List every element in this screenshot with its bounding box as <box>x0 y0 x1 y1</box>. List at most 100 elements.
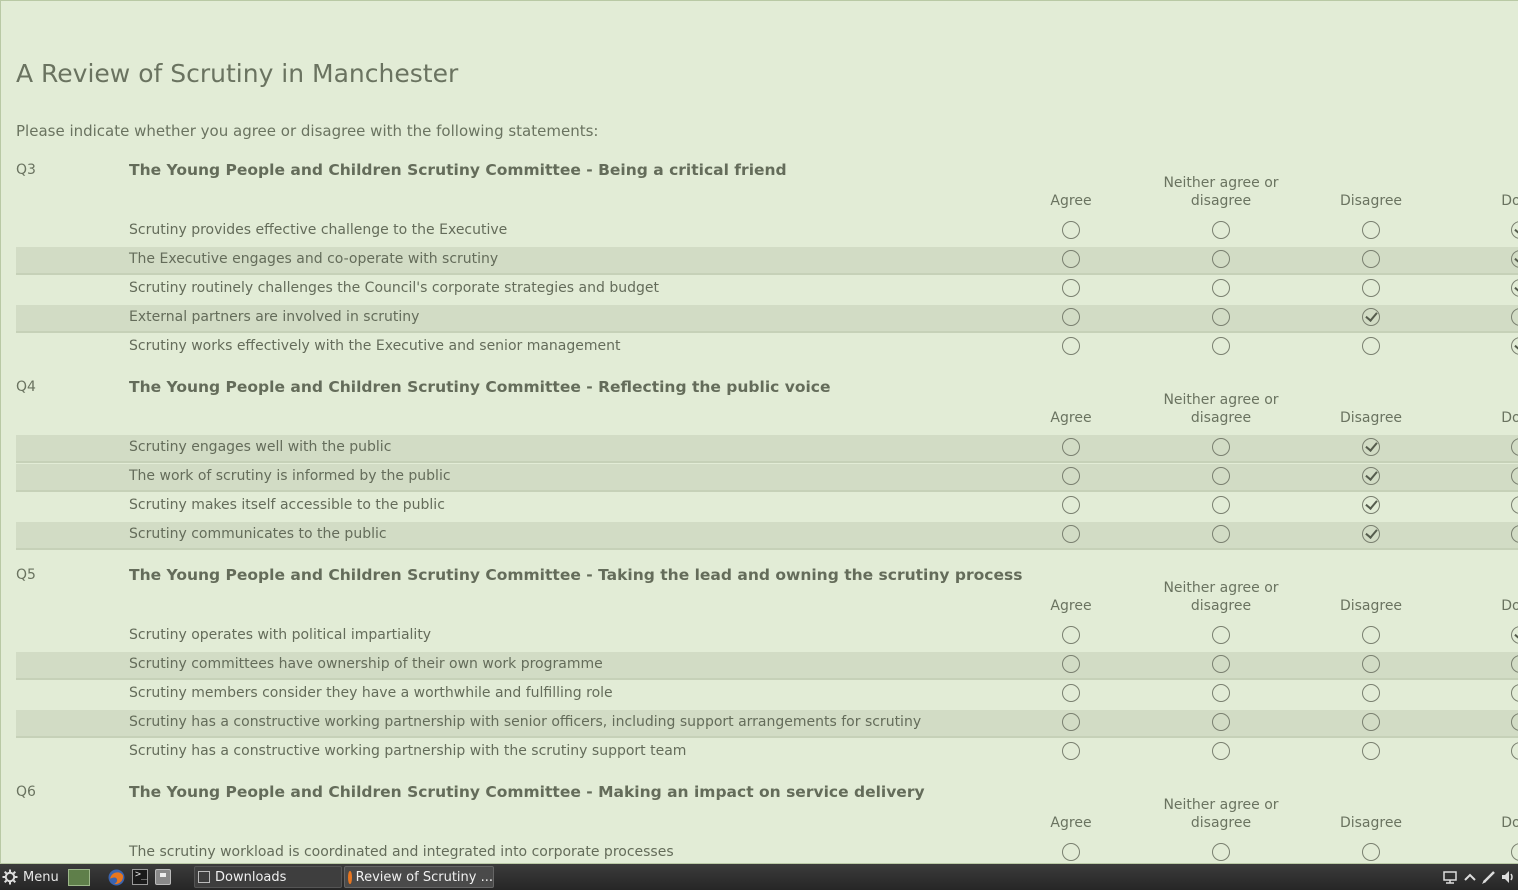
radio-neither[interactable] <box>1212 308 1230 326</box>
radio-dont[interactable] <box>1511 655 1518 673</box>
radio-disagree[interactable] <box>1362 843 1380 861</box>
radio-dont[interactable] <box>1511 684 1518 702</box>
radio-agree[interactable] <box>1062 308 1080 326</box>
header-disagree: Disagree <box>1339 410 1403 426</box>
radio-dont[interactable] <box>1511 221 1518 239</box>
radio-neither[interactable] <box>1212 279 1230 297</box>
statement-row: Scrutiny committees have ownership of th… <box>16 652 1518 680</box>
files-icon[interactable] <box>155 869 171 885</box>
pen-icon[interactable] <box>1481 869 1497 885</box>
taskbar: Menu >_ Downloads Review of Scrutiny ... <box>0 864 1518 890</box>
radio-agree[interactable] <box>1062 626 1080 644</box>
firefox-icon[interactable] <box>108 869 125 886</box>
radio-disagree[interactable] <box>1362 467 1380 485</box>
radio-disagree[interactable] <box>1362 713 1380 731</box>
radio-dont[interactable] <box>1511 525 1518 543</box>
radio-disagree[interactable] <box>1362 250 1380 268</box>
radio-dont[interactable] <box>1511 467 1518 485</box>
radio-disagree[interactable] <box>1362 684 1380 702</box>
radio-neither[interactable] <box>1212 684 1230 702</box>
radio-disagree[interactable] <box>1362 626 1380 644</box>
gear-icon <box>2 869 18 885</box>
radio-neither[interactable] <box>1212 626 1230 644</box>
menu-button[interactable]: Menu <box>2 864 59 890</box>
radio-neither[interactable] <box>1212 713 1230 731</box>
radio-dont[interactable] <box>1511 496 1518 514</box>
header-agree: Agree <box>1050 598 1092 614</box>
radio-agree[interactable] <box>1062 496 1080 514</box>
radio-disagree[interactable] <box>1362 308 1380 326</box>
radio-agree[interactable] <box>1062 250 1080 268</box>
statement-label: The work of scrutiny is informed by the … <box>129 468 451 484</box>
radio-neither[interactable] <box>1212 221 1230 239</box>
radio-agree[interactable] <box>1062 843 1080 861</box>
radio-dont[interactable] <box>1511 438 1518 456</box>
taskbar-window-review[interactable]: Review of Scrutiny ... <box>344 866 494 888</box>
radio-dont[interactable] <box>1511 308 1518 326</box>
radio-dont[interactable] <box>1511 713 1518 731</box>
radio-agree[interactable] <box>1062 467 1080 485</box>
radio-dont[interactable] <box>1511 843 1518 861</box>
radio-disagree[interactable] <box>1362 337 1380 355</box>
radio-disagree[interactable] <box>1362 438 1380 456</box>
radio-agree[interactable] <box>1062 337 1080 355</box>
radio-neither[interactable] <box>1212 250 1230 268</box>
radio-disagree[interactable] <box>1362 221 1380 239</box>
radio-neither[interactable] <box>1212 843 1230 861</box>
radio-neither[interactable] <box>1212 467 1230 485</box>
radio-neither[interactable] <box>1212 742 1230 760</box>
statement-row: Scrutiny has a constructive working part… <box>16 710 1518 738</box>
radio-disagree[interactable] <box>1362 496 1380 514</box>
radio-agree[interactable] <box>1062 221 1080 239</box>
radio-disagree[interactable] <box>1362 655 1380 673</box>
header-disagree: Disagree <box>1339 815 1403 831</box>
radio-neither[interactable] <box>1212 337 1230 355</box>
show-desktop-icon[interactable] <box>68 869 90 886</box>
taskbar-window-downloads[interactable]: Downloads <box>194 866 342 888</box>
header-neither: Neither agree or disagree <box>1146 391 1296 427</box>
radio-agree[interactable] <box>1062 655 1080 673</box>
radio-dont[interactable] <box>1511 250 1518 268</box>
radio-agree[interactable] <box>1062 713 1080 731</box>
volume-icon[interactable] <box>1500 869 1516 885</box>
statement-label: The scrutiny workload is coordinated and… <box>129 844 674 860</box>
radio-neither[interactable] <box>1212 525 1230 543</box>
radio-neither[interactable] <box>1212 496 1230 514</box>
terminal-icon[interactable]: >_ <box>132 869 148 885</box>
header-disagree: Disagree <box>1339 598 1403 614</box>
radio-neither[interactable] <box>1212 655 1230 673</box>
radio-dont[interactable] <box>1511 337 1518 355</box>
header-neither-line2: disagree <box>1190 815 1252 831</box>
question-title: The Young People and Children Scrutiny C… <box>129 783 925 801</box>
header-agree: Agree <box>1050 815 1092 831</box>
radio-disagree[interactable] <box>1362 525 1380 543</box>
radio-agree[interactable] <box>1062 525 1080 543</box>
window-label: Downloads <box>215 869 287 885</box>
header-agree: Agree <box>1050 410 1092 426</box>
radio-agree[interactable] <box>1062 438 1080 456</box>
statement-label: External partners are involved in scruti… <box>129 309 420 325</box>
header-dont: Don't <box>1501 410 1518 426</box>
statement-label: Scrutiny communicates to the public <box>129 526 387 542</box>
chevron-up-icon[interactable] <box>1462 869 1478 885</box>
statement-label: Scrutiny makes itself accessible to the … <box>129 497 445 513</box>
radio-disagree[interactable] <box>1362 279 1380 297</box>
statement-label: Scrutiny has a constructive working part… <box>129 743 687 759</box>
radio-agree[interactable] <box>1062 742 1080 760</box>
firefox-icon <box>348 870 352 884</box>
radio-dont[interactable] <box>1511 626 1518 644</box>
radio-agree[interactable] <box>1062 684 1080 702</box>
network-icon[interactable] <box>1442 869 1458 885</box>
header-neither-line2: disagree <box>1190 193 1252 209</box>
radio-dont[interactable] <box>1511 742 1518 760</box>
radio-agree[interactable] <box>1062 279 1080 297</box>
instruction-text: Please indicate whether you agree or dis… <box>16 122 599 140</box>
radio-neither[interactable] <box>1212 438 1230 456</box>
statement-label: Scrutiny engages well with the public <box>129 439 392 455</box>
statement-label: Scrutiny works effectively with the Exec… <box>129 338 621 354</box>
statement-row: Scrutiny works effectively with the Exec… <box>16 334 1518 360</box>
radio-dont[interactable] <box>1511 279 1518 297</box>
statement-label: The Executive engages and co-operate wit… <box>129 251 499 267</box>
radio-disagree[interactable] <box>1362 742 1380 760</box>
question-title: The Young People and Children Scrutiny C… <box>129 566 1023 584</box>
